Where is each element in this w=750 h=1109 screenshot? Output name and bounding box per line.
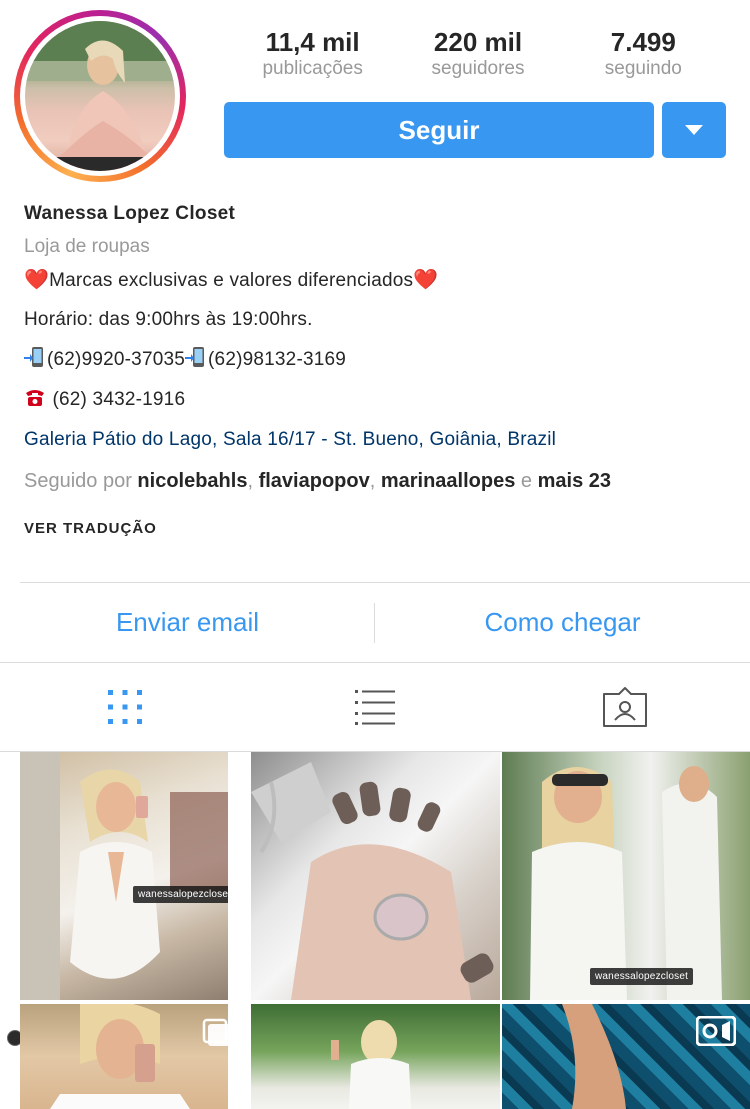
follower-marinaallopes[interactable]: marinaallopes [381, 470, 516, 492]
grid-icon [108, 690, 142, 724]
profile-tabs [0, 663, 750, 751]
see-translation-link[interactable]: VER TRADUÇÃO [24, 518, 157, 540]
stat-followers-value: 220 mil [433, 27, 523, 57]
post-photo [20, 752, 228, 1000]
telephone-icon [24, 386, 46, 408]
profile-name: Wanessa Lopez Closet [24, 203, 236, 224]
avatar[interactable] [25, 21, 175, 171]
chevron-down-icon [685, 125, 703, 135]
post-photo [251, 762, 494, 1000]
bio-brands-text: Marcas exclusivas e valores diferenciado… [49, 270, 414, 291]
post-photo [50, 1004, 190, 1109]
profile-avatar-ring[interactable] [14, 10, 186, 182]
igtv-video-icon [696, 1016, 736, 1046]
avatar-photo [25, 21, 175, 171]
profile-stats: 11,4 mil publicações 220 mil seguidores … [230, 26, 726, 82]
post-thumbnail[interactable]: wanessalopezcloset [20, 752, 228, 1000]
stat-posts[interactable]: 11,4 mil publicações [230, 26, 395, 82]
carousel-multiple-icon [202, 1018, 230, 1046]
followed-by-more[interactable]: mais 23 [538, 470, 611, 492]
post-photo [331, 1020, 411, 1109]
post-thumbnail[interactable] [251, 752, 500, 1000]
phone-number-2[interactable]: (62)98132-3169 [208, 349, 346, 370]
stat-following-label: seguindo [604, 58, 682, 79]
contact-actions: Enviar email Como chegar [0, 583, 750, 662]
post-photo [530, 766, 722, 1000]
bio-line-brands: ❤️Marcas exclusivas e valores diferencia… [24, 266, 438, 295]
followed-by-and: e [515, 470, 538, 492]
mobile-phone-icon [185, 346, 207, 368]
post-thumbnail[interactable] [20, 1004, 228, 1109]
bio-line-hours: Horário: das 9:00hrs às 19:00hrs. [24, 309, 313, 330]
profile-category: Loja de roupas [24, 236, 150, 257]
follower-flaviapopov[interactable]: flaviapopov [259, 470, 370, 492]
phone-number-3[interactable]: (62) 3432-1916 [47, 389, 185, 410]
divider [374, 603, 375, 643]
heart-icon: ❤️ [413, 269, 439, 291]
stat-following[interactable]: 7.499 seguindo [561, 26, 726, 82]
business-address-link[interactable]: Galeria Pátio do Lago, Sala 16/17 - St. … [24, 426, 556, 454]
tab-grid[interactable] [0, 663, 250, 751]
stat-followers[interactable]: 220 mil seguidores [395, 26, 560, 82]
directions-button[interactable]: Como chegar [375, 583, 750, 662]
post-watermark: wanessalopezcloset [133, 886, 228, 903]
phone-number-1[interactable]: (62)9920-37035 [47, 349, 185, 370]
follower-nicolebahls[interactable]: nicolebahls [137, 470, 247, 492]
bio-line-landline: (62) 3432-1916 [24, 386, 185, 414]
stat-posts-label: publicações [262, 58, 363, 79]
mobile-phone-icon [24, 346, 46, 368]
tagged-icon [603, 687, 647, 727]
suggestions-dropdown-button[interactable] [662, 102, 726, 158]
followed-by-prefix: Seguido por [24, 470, 138, 492]
avatar-frame [20, 16, 180, 176]
post-thumbnail[interactable]: wanessalopezcloset [502, 752, 750, 1000]
post-thumbnail[interactable] [251, 1004, 500, 1109]
follow-button[interactable]: Seguir [224, 102, 654, 158]
email-button[interactable]: Enviar email [0, 583, 375, 662]
stat-posts-value: 11,4 mil [265, 27, 360, 57]
tab-list[interactable] [250, 663, 500, 751]
posts-grid: wanessalopezcloset wanessalopezcloset [0, 752, 750, 1109]
stat-following-value: 7.499 [610, 27, 676, 57]
heart-icon: ❤️ [24, 269, 50, 291]
post-watermark: wanessalopezcloset [590, 968, 694, 985]
tab-tagged[interactable] [500, 663, 750, 751]
stat-followers-label: seguidores [431, 58, 525, 79]
list-icon [355, 690, 395, 725]
followed-by[interactable]: Seguido por nicolebahls, flaviapopov, ma… [24, 466, 611, 496]
bio-line-mobile-phones: (62)9920-37035 (62)98132-3169 [24, 346, 346, 374]
